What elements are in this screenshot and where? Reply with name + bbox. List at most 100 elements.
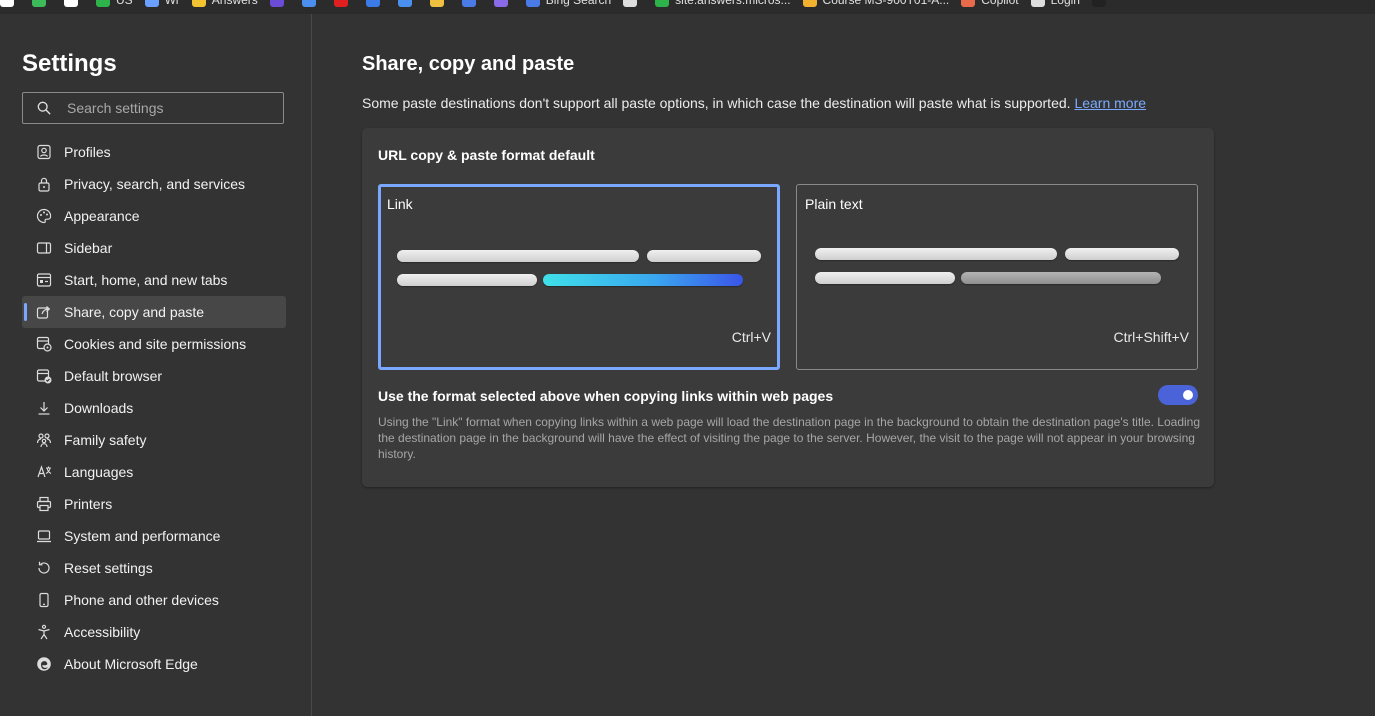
sidebar-item-downloads[interactable]: Downloads — [22, 392, 286, 424]
favorite-favicon-icon — [1030, 0, 1045, 7]
sidebar-item-languages[interactable]: Languages — [22, 456, 286, 488]
sidebar-item-family-safety[interactable]: Family safety — [22, 424, 286, 456]
favorite-item[interactable]: Wr — [144, 0, 180, 7]
favorite-favicon-icon — [493, 0, 508, 7]
phone-icon — [36, 592, 52, 608]
preview-text-bar — [647, 250, 761, 262]
preview-text-bar — [815, 248, 1057, 260]
favorite-item[interactable] — [333, 0, 354, 7]
sidebar-item-default-browser[interactable]: Default browser — [22, 360, 286, 392]
favorite-item[interactable] — [1091, 0, 1112, 7]
sidebar-item-cookies-and-site-permissions[interactable]: Cookies and site permissions — [22, 328, 286, 360]
favorite-favicon-icon — [144, 0, 159, 7]
option-plain-text-label: Plain text — [805, 196, 863, 212]
favorite-item[interactable] — [623, 0, 643, 7]
home-tabs-icon — [36, 272, 52, 288]
sidebar-item-label: Privacy, search, and services — [64, 176, 246, 192]
favorite-label: Bing Search — [545, 0, 612, 7]
favorite-favicon-icon — [0, 0, 14, 7]
preview-text-bar — [397, 274, 537, 286]
favorite-item[interactable]: Answers — [191, 0, 258, 7]
favorite-favicon-icon — [333, 0, 348, 7]
sidebar-item-printers[interactable]: Printers — [22, 488, 286, 520]
sidebar-item-label: Profiles — [64, 144, 111, 160]
favorite-favicon-icon — [655, 0, 670, 7]
preview-text-bar — [1065, 248, 1179, 260]
sidebar-item-label: Accessibility — [64, 624, 141, 640]
sidebar-item-label: Printers — [64, 496, 113, 512]
favorite-item[interactable] — [0, 0, 20, 7]
sidebar-item-system-and-performance[interactable]: System and performance — [22, 520, 286, 552]
toggle-knob — [1183, 390, 1193, 400]
favorite-item[interactable] — [64, 0, 84, 7]
sidebar-item-reset-settings[interactable]: Reset settings — [22, 552, 286, 584]
laptop-icon — [36, 528, 52, 544]
sidebar-item-label: Start, home, and new tabs — [64, 272, 228, 288]
sidebar-item-share-copy-and-paste[interactable]: Share, copy and paste — [22, 296, 286, 328]
option-link-label: Link — [387, 196, 413, 212]
sidebar-item-label: Family safety — [64, 432, 147, 448]
sidebar-item-accessibility[interactable]: Accessibility — [22, 616, 286, 648]
favorite-item[interactable]: Copilot — [961, 0, 1019, 7]
favorite-item[interactable] — [461, 0, 482, 7]
favorites-bar: US Wr Answers Bing Search site:answers.micro… — [0, 0, 1375, 14]
option-link[interactable]: Link Ctrl+V — [378, 184, 780, 370]
sidebar-item-label: Reset settings — [64, 560, 153, 576]
sidebar-item-label: Sidebar — [64, 240, 113, 256]
favorite-item[interactable] — [301, 0, 322, 7]
accessibility-icon — [36, 624, 52, 640]
sidebar-item-profiles[interactable]: Profiles — [22, 136, 286, 168]
favorite-item[interactable]: site:answers.micros... — [655, 0, 791, 7]
favorite-favicon-icon — [397, 0, 412, 7]
preview-text-bar — [815, 272, 955, 284]
favorite-favicon-icon — [32, 0, 46, 7]
favorite-item[interactable] — [269, 0, 290, 7]
favorite-favicon-icon — [365, 0, 380, 7]
option-plain-text[interactable]: Plain text Ctrl+Shift+V — [796, 184, 1198, 370]
format-toggle[interactable] — [1158, 385, 1198, 405]
favorite-favicon-icon — [802, 0, 817, 7]
toggle-label: Use the format selected above when copyi… — [378, 388, 834, 404]
favorite-favicon-icon — [525, 0, 540, 7]
favorite-favicon-icon — [623, 0, 638, 7]
printer-icon — [36, 496, 52, 512]
favorite-label: Copilot — [981, 0, 1019, 7]
option-plain-text-shortcut: Ctrl+Shift+V — [1113, 329, 1189, 345]
sidebar-item-privacy-search-and-services[interactable]: Privacy, search, and services — [22, 168, 286, 200]
sidebar-item-label: Cookies and site permissions — [64, 336, 247, 352]
favorite-favicon-icon — [64, 0, 78, 7]
favorite-item[interactable]: Course MS-900T01-A... — [802, 0, 949, 7]
sidebar-item-start-home-and-new-tabs[interactable]: Start, home, and new tabs — [22, 264, 286, 296]
favorite-label: US — [116, 0, 133, 7]
search-input[interactable] — [67, 100, 257, 116]
share-icon — [36, 304, 52, 320]
sidebar-item-label: Downloads — [64, 400, 134, 416]
profile-icon — [36, 144, 52, 160]
sidebar-item-phone-and-other-devices[interactable]: Phone and other devices — [22, 584, 286, 616]
favorite-item[interactable] — [397, 0, 418, 7]
download-icon — [36, 400, 52, 416]
page-title: Share, copy and paste — [362, 53, 575, 75]
favorites-items: US Wr Answers Bing Search site:answers.micro… — [0, 0, 1124, 9]
favorite-item[interactable]: Bing Search — [525, 0, 612, 7]
favorite-item[interactable] — [493, 0, 514, 7]
favorite-item[interactable] — [365, 0, 386, 7]
favorite-item[interactable]: US — [96, 0, 133, 7]
preview-plain-bar — [961, 272, 1161, 284]
toggle-description: Using the "Link" format when copying lin… — [378, 415, 1201, 461]
sidebar-item-sidebar[interactable]: Sidebar — [22, 232, 286, 264]
favorite-label: Answers — [211, 0, 258, 7]
favorite-item[interactable] — [32, 0, 52, 7]
favorite-favicon-icon — [429, 0, 444, 7]
favorite-item[interactable] — [429, 0, 450, 7]
languages-icon — [36, 464, 52, 480]
sidebar-nav: Profiles Privacy, search, and services App… — [22, 136, 286, 680]
sidebar-title: Settings — [22, 50, 117, 77]
learn-more-link[interactable]: Learn more — [1074, 95, 1146, 111]
sidebar-item-about-microsoft-edge[interactable]: About Microsoft Edge — [22, 648, 286, 680]
favorite-item[interactable]: Login — [1030, 0, 1080, 7]
preview-link-bar — [543, 274, 743, 286]
search-box[interactable] — [22, 92, 284, 124]
sidebar-item-appearance[interactable]: Appearance — [22, 200, 286, 232]
favorite-label: site:answers.micros... — [675, 0, 791, 7]
